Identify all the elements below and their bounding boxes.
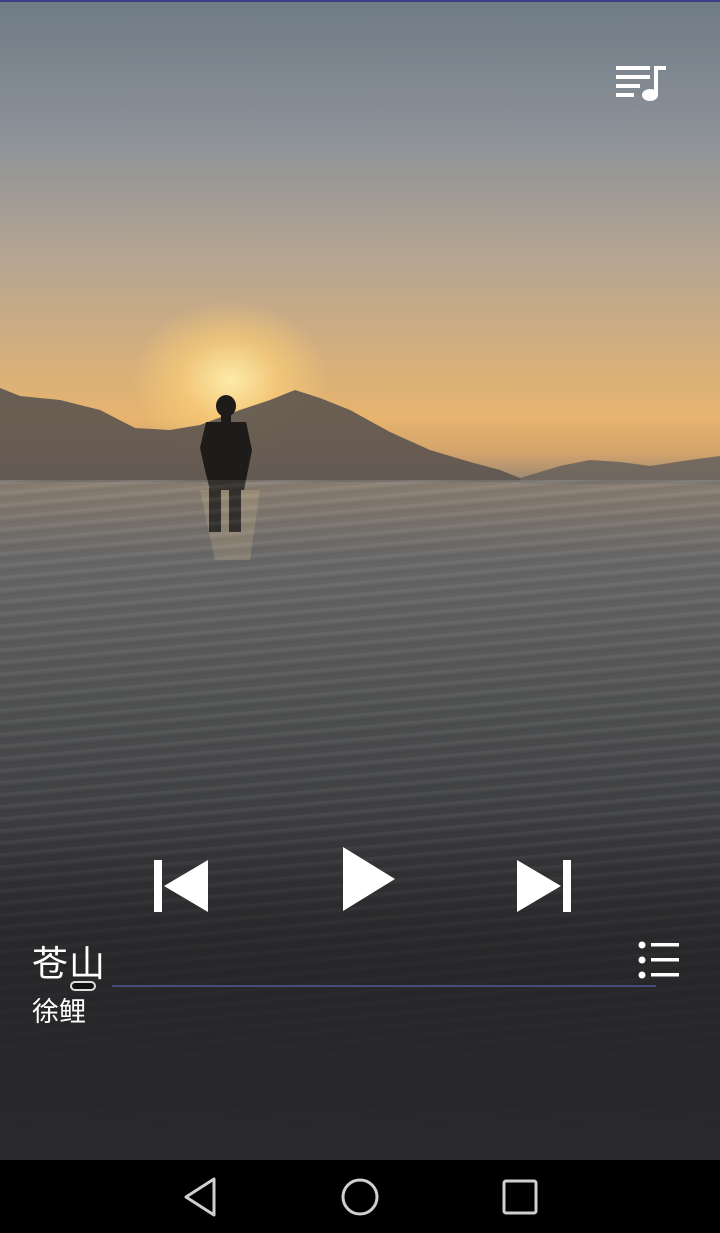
list-icon[interactable] (636, 939, 682, 981)
skip-next-icon[interactable] (513, 857, 575, 915)
system-navigation-bar (0, 1160, 720, 1233)
status-accent-line (0, 0, 720, 2)
back-triangle-icon[interactable] (176, 1174, 224, 1220)
music-player-screen: 苍山 徐鲤 (0, 0, 720, 1233)
track-artist: 徐鲤 (32, 997, 86, 1028)
progress-bar[interactable] (112, 985, 656, 987)
skip-previous-icon[interactable] (150, 857, 212, 915)
recent-apps-square-icon[interactable] (496, 1174, 544, 1220)
home-circle-icon[interactable] (336, 1174, 384, 1220)
playback-controls (0, 835, 720, 925)
play-icon[interactable] (335, 843, 399, 915)
track-title: 苍山 (32, 944, 107, 985)
playlist-music-icon[interactable] (610, 60, 670, 106)
